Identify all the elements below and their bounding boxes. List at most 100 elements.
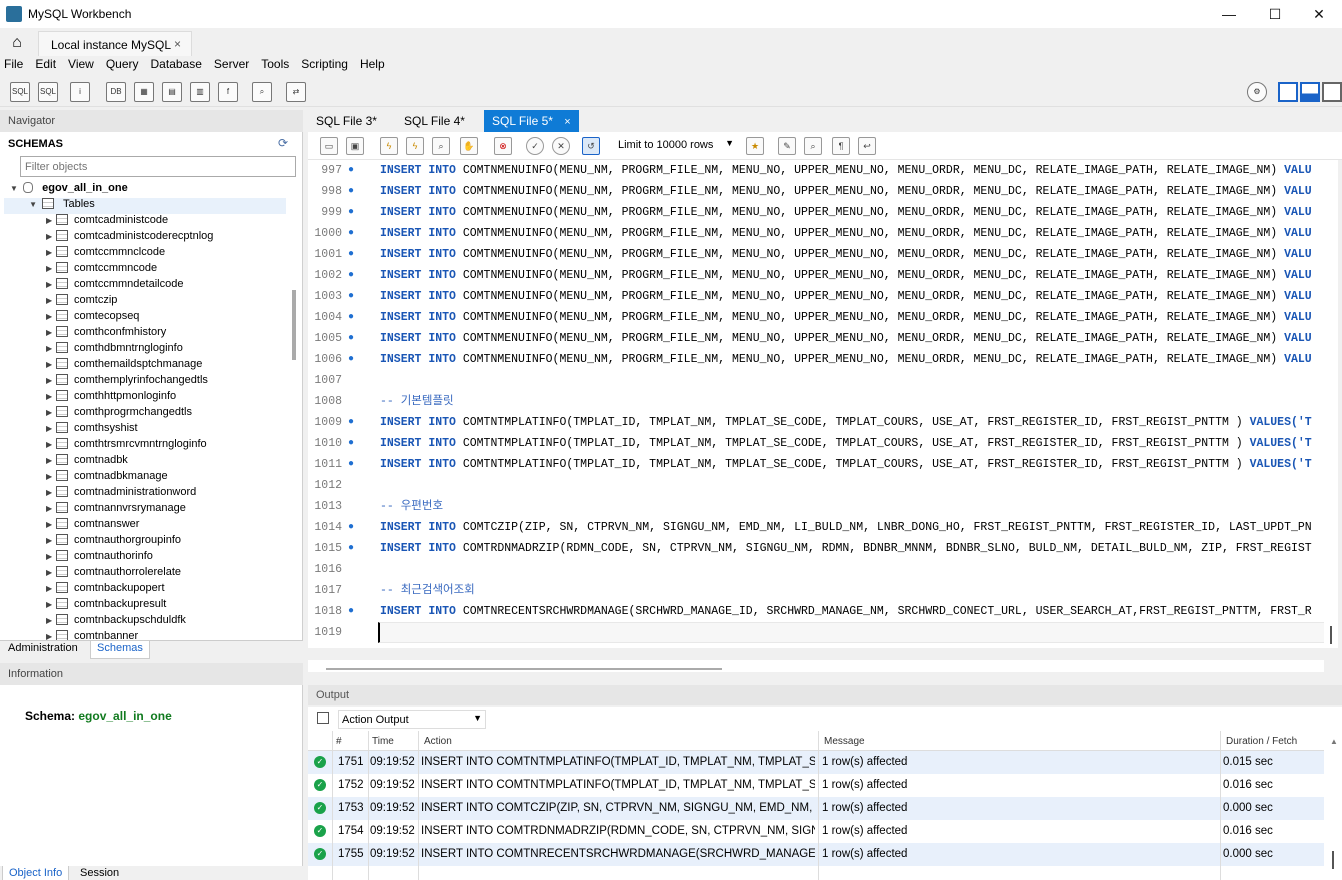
expand-arrow-icon[interactable]: ▶ (46, 264, 56, 273)
table-node[interactable]: ▶ comtccmmnclcode (46, 246, 165, 262)
menu-query[interactable]: Query (106, 56, 149, 76)
expand-arrow-icon[interactable]: ▶ (46, 216, 56, 225)
table-node[interactable]: ▶ comtnauthorinfo (46, 550, 153, 566)
output-row[interactable]: ✓ 1751 09:19:52 INSERT INTO COMTNTMPLATINFO… (308, 751, 1324, 774)
add-snippet-icon[interactable]: ★ (746, 137, 764, 155)
expand-arrow-icon[interactable]: ▶ (46, 472, 56, 481)
tab-sql-file-3[interactable]: SQL File 3* (308, 110, 385, 132)
code-line[interactable]: 1018 ● INSERT INTO COMTNRECENTSRCHWRDMANAG… (308, 601, 1324, 622)
inspector-icon[interactable]: i (70, 82, 90, 102)
find-icon[interactable]: ⌕ (804, 137, 822, 155)
home-icon[interactable]: ⌂ (6, 33, 28, 53)
code-line[interactable]: 998 ● INSERT INTO COMTNMENUINFO(MENU_NM, P… (308, 181, 1324, 202)
beautify-icon[interactable]: ✎ (778, 137, 796, 155)
code-line[interactable]: 1007 (308, 370, 1324, 391)
table-node[interactable]: ▶ comthhttpmonloginfo (46, 390, 176, 406)
copy-icon[interactable] (317, 712, 329, 724)
code-line[interactable]: 1014 ● INSERT INTO COMTCZIP(ZIP, SN, CTPRV… (308, 517, 1324, 538)
output-row[interactable]: ✓ 1754 09:19:52 INSERT INTO COMTRDNMADRZIP(… (308, 820, 1324, 843)
expand-arrow-icon[interactable]: ▶ (46, 552, 56, 561)
table-node[interactable]: ▶ comthprogrmchangedtls (46, 406, 192, 422)
new-sql-tab-icon[interactable]: SQL (10, 82, 30, 102)
expand-arrow-icon[interactable]: ▶ (46, 360, 56, 369)
create-schema-icon[interactable]: DB (106, 82, 126, 102)
close-tab-icon[interactable]: × (564, 116, 570, 128)
table-node[interactable]: ▶ comthtrsmrcvmntrngloginfo (46, 438, 207, 454)
expand-arrow-icon[interactable]: ▶ (46, 600, 56, 609)
code-line[interactable]: 1005 ● INSERT INTO COMTNMENUINFO(MENU_NM, … (308, 328, 1324, 349)
expand-arrow-icon[interactable]: ▶ (46, 456, 56, 465)
stop-icon[interactable]: ✋ (460, 137, 478, 155)
code-line[interactable]: 997 ● INSERT INTO COMTNMENUINFO(MENU_NM, P… (308, 160, 1324, 181)
output-type-select[interactable]: Action Output ▼ (338, 710, 486, 729)
code-line[interactable]: 1017 -- 최근검색어조회 (308, 580, 1324, 601)
maximize-button[interactable]: ☐ (1252, 0, 1298, 28)
table-node[interactable]: ▶ comtnauthorrolerelate (46, 566, 181, 582)
close-button[interactable]: ✕ (1296, 0, 1342, 28)
table-node[interactable]: ▶ comtnadministrationword (46, 486, 196, 502)
expand-arrow-icon[interactable]: ▶ (46, 504, 56, 513)
expand-arrow-icon[interactable]: ▶ (46, 376, 56, 385)
scrollbar-thumb[interactable] (326, 668, 722, 670)
code-line[interactable]: 1015 ● INSERT INTO COMTRDNMADRZIP(RDMN_COD… (308, 538, 1324, 559)
explain-icon[interactable]: ⌕ (432, 137, 450, 155)
expand-arrow-icon[interactable]: ▶ (46, 296, 56, 305)
menu-tools[interactable]: Tools (261, 56, 299, 76)
scroll-up-icon[interactable]: ▲ (1330, 737, 1338, 746)
table-node[interactable]: ▶ comtnauthorgroupinfo (46, 534, 181, 550)
column-duration[interactable]: Duration / Fetch (1226, 736, 1297, 747)
code-line[interactable]: 1004 ● INSERT INTO COMTNMENUINFO(MENU_NM, … (308, 307, 1324, 328)
expand-arrow-icon[interactable]: ▶ (46, 232, 56, 241)
search-table-icon[interactable]: ⌕ (252, 82, 272, 102)
scrollbar-thumb[interactable] (1332, 851, 1334, 869)
execute-current-icon[interactable]: ϟ (406, 137, 424, 155)
tables-node[interactable]: ▼ Tables (4, 198, 286, 214)
code-line[interactable]: 1012 (308, 475, 1324, 496)
table-node[interactable]: ▶ comtnbackupresult (46, 598, 166, 614)
table-node[interactable]: ▶ comtnadbk (46, 454, 128, 470)
open-sql-script-icon[interactable]: SQL (38, 82, 58, 102)
table-node[interactable]: ▶ comthemaildsptchmanage (46, 358, 202, 374)
menu-view[interactable]: View (68, 56, 104, 76)
expand-arrow-icon[interactable]: ▶ (46, 424, 56, 433)
code-line[interactable]: 1006 ● INSERT INTO COMTNMENUINFO(MENU_NM, … (308, 349, 1324, 370)
code-line[interactable]: 1008 -- 기본템플릿 (308, 391, 1324, 412)
create-procedure-icon[interactable]: ▥ (190, 82, 210, 102)
column-time[interactable]: Time (372, 736, 394, 747)
expand-arrow-icon[interactable]: ▼ (29, 200, 39, 209)
expand-arrow-icon[interactable]: ▶ (46, 568, 56, 577)
code-line[interactable]: 1003 ● INSERT INTO COMTNMENUINFO(MENU_NM, … (308, 286, 1324, 307)
output-row[interactable]: ✓ 1753 09:19:52 INSERT INTO COMTCZIP(ZIP, S… (308, 797, 1324, 820)
table-node[interactable]: ▶ comtnbackupschduldfk (46, 614, 186, 630)
table-node[interactable]: ▶ comtczip (46, 294, 117, 310)
tab-session[interactable]: Session (74, 866, 125, 880)
toggle-secondary-sidebar-icon[interactable] (1322, 82, 1342, 102)
code-line[interactable]: 999 ● INSERT INTO COMTNMENUINFO(MENU_NM, P… (308, 202, 1324, 223)
column-number[interactable]: # (336, 736, 342, 747)
table-node[interactable]: ▶ comthconfmhistory (46, 326, 166, 342)
code-line[interactable]: 1001 ● INSERT INTO COMTNMENUINFO(MENU_NM, … (308, 244, 1324, 265)
tab-administration[interactable]: Administration (2, 641, 84, 659)
table-node[interactable]: ▶ comthsyshist (46, 422, 138, 438)
menu-server[interactable]: Server (214, 56, 259, 76)
execute-icon[interactable]: ϟ (380, 137, 398, 155)
autocommit-icon[interactable]: ↺ (582, 137, 600, 155)
code-line[interactable]: 1019 (308, 622, 1324, 643)
table-node[interactable]: ▶ comtcadministcode (46, 214, 168, 230)
table-node[interactable]: ▶ comtccmmndetailcode (46, 278, 183, 294)
invisible-chars-icon[interactable]: ¶ (832, 137, 850, 155)
expand-arrow-icon[interactable]: ▶ (46, 408, 56, 417)
menu-help[interactable]: Help (360, 56, 395, 76)
code-line[interactable]: 1011 ● INSERT INTO COMTNTMPLATINFO(TMPLAT_… (308, 454, 1324, 475)
output-vertical-scrollbar[interactable]: ▲ (1324, 731, 1342, 880)
navigator-scrollbar[interactable] (292, 290, 296, 360)
menu-scripting[interactable]: Scripting (301, 56, 358, 76)
scrollbar-thumb[interactable] (1330, 626, 1332, 644)
output-row[interactable]: ✓ 1755 09:19:52 INSERT INTO COMTNRECENTSRCH… (308, 843, 1324, 866)
tab-sql-file-5[interactable]: SQL File 5* × (484, 110, 579, 132)
table-node[interactable]: ▶ comtnannvrsrymanage (46, 502, 186, 518)
menu-edit[interactable]: Edit (35, 56, 66, 76)
create-view-icon[interactable]: ▤ (162, 82, 182, 102)
filter-objects-input[interactable] (20, 156, 296, 177)
text-cursor[interactable] (378, 622, 1324, 643)
